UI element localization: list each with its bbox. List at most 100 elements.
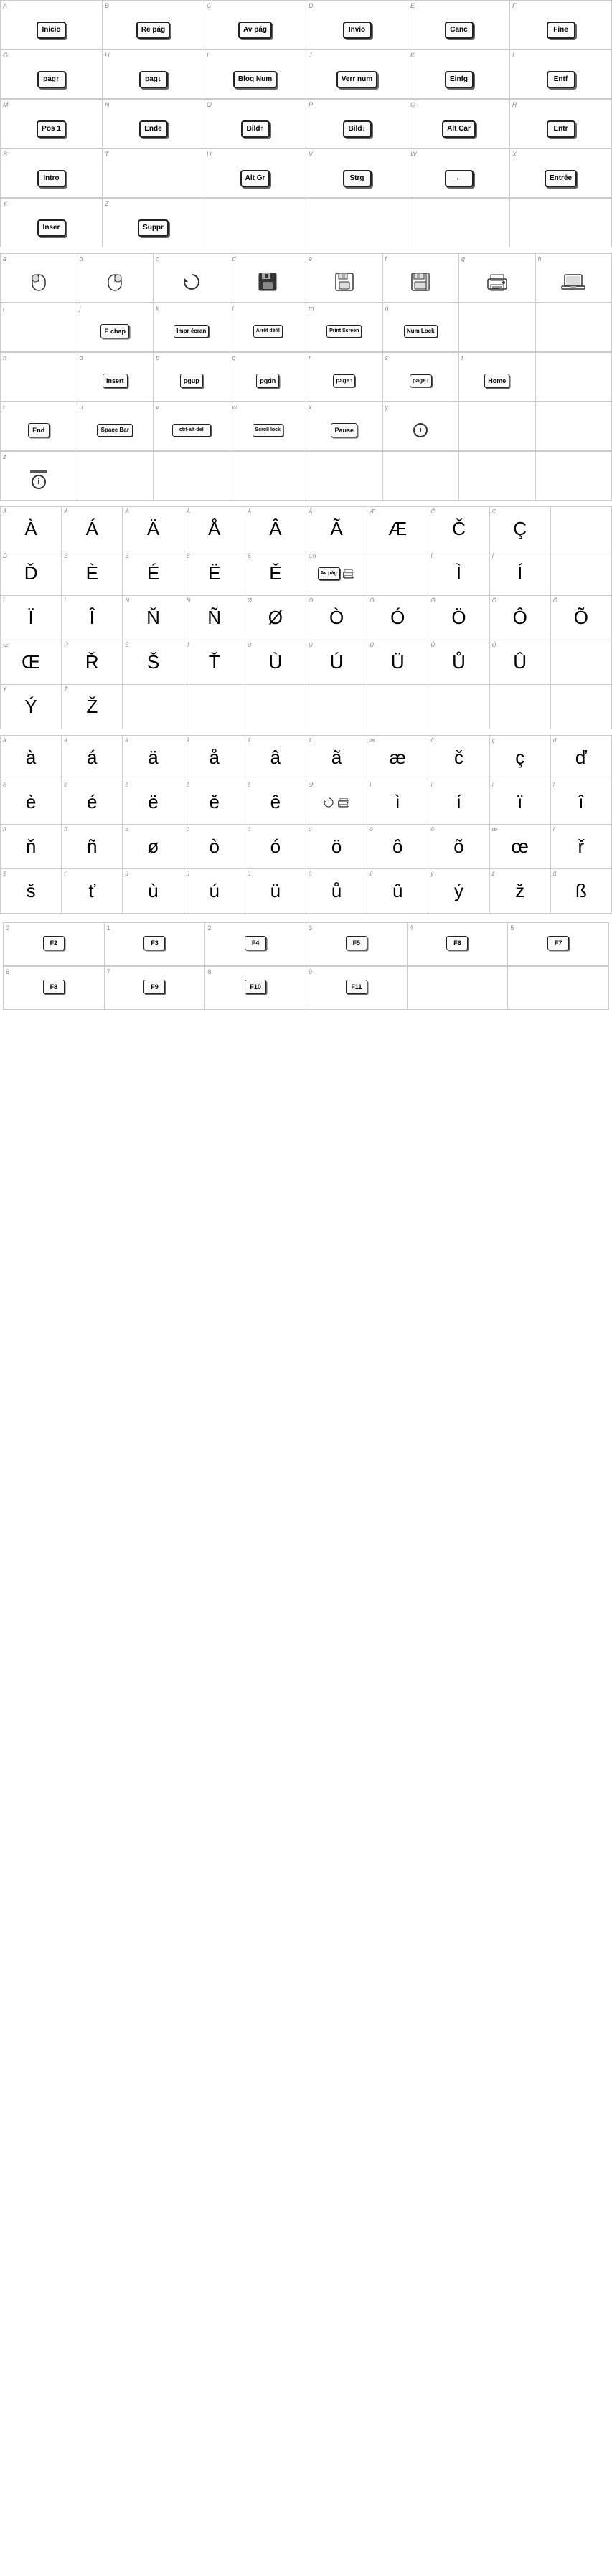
lchar-ae[interactable]: æ æ bbox=[367, 736, 428, 780]
key-F3[interactable]: F3 bbox=[143, 936, 165, 950]
uchar-U-acute[interactable]: Ú Ú bbox=[306, 640, 367, 685]
lchar-d-caron[interactable]: ď ď bbox=[551, 736, 612, 780]
lchar-a-uml[interactable]: ä ä bbox=[123, 736, 184, 780]
lchar-z-caron[interactable]: ž ž bbox=[490, 869, 551, 914]
key-pagup[interactable]: pag↑ bbox=[37, 71, 66, 88]
key-bloqnum[interactable]: Bloq Num bbox=[233, 71, 277, 88]
key-printscreen[interactable]: Print Screen bbox=[326, 325, 362, 338]
lchar-a-grave[interactable]: à à bbox=[1, 736, 62, 780]
key-end[interactable]: End bbox=[28, 423, 50, 437]
uchar-Z-caron[interactable]: Ž Ž bbox=[62, 685, 123, 729]
lchar-n-caron[interactable]: ň ň bbox=[1, 825, 62, 869]
lchar-i-uml[interactable]: ï ï bbox=[490, 780, 551, 825]
key-einfg[interactable]: Einfg bbox=[445, 71, 474, 88]
key-avpag-inline[interactable]: Av pág bbox=[318, 567, 340, 580]
uchar-I-uml[interactable]: Ï Ï bbox=[1, 596, 62, 640]
lchar-a-circ[interactable]: â â bbox=[245, 736, 306, 780]
lchar-c-cedil[interactable]: ç ç bbox=[490, 736, 551, 780]
uchar-E-grave[interactable]: È È bbox=[62, 551, 123, 596]
lchar-i-grave[interactable]: ì ì bbox=[367, 780, 428, 825]
key-avpag[interactable]: Av pág bbox=[238, 22, 272, 39]
key-F5[interactable]: F5 bbox=[346, 936, 367, 950]
uchar-A-tilde[interactable]: Ã Ã bbox=[306, 507, 367, 551]
key-invio[interactable]: Invio bbox=[343, 22, 372, 39]
key-verrnum[interactable]: Verr num bbox=[336, 71, 377, 88]
key-F9[interactable]: F9 bbox=[143, 980, 165, 994]
lchar-o-circ[interactable]: ô ô bbox=[367, 825, 428, 869]
uchar-C-cedil[interactable]: Ç Ç bbox=[490, 507, 551, 551]
key-arrow-left[interactable]: ← bbox=[445, 170, 474, 187]
key-altcar[interactable]: Alt Car bbox=[442, 120, 476, 138]
lchar-u-uml[interactable]: ü ü bbox=[245, 869, 306, 914]
key-F10[interactable]: F10 bbox=[245, 980, 266, 994]
lchar-o-uml[interactable]: ö ö bbox=[306, 825, 367, 869]
key-intro[interactable]: Intro bbox=[37, 170, 66, 187]
key-imprecran[interactable]: Impr écran bbox=[174, 325, 209, 338]
lchar-o-acute[interactable]: ó ó bbox=[245, 825, 306, 869]
lchar-i-circ[interactable]: î î bbox=[551, 780, 612, 825]
key-insert[interactable]: Insert bbox=[103, 374, 128, 388]
key-echap[interactable]: E chap bbox=[100, 324, 129, 338]
lchar-u-ring[interactable]: ů ů bbox=[306, 869, 367, 914]
uchar-A-grave[interactable]: À À bbox=[1, 507, 62, 551]
uchar-U-grave[interactable]: Ù Ù bbox=[245, 640, 306, 685]
lchar-c-caron[interactable]: č č bbox=[428, 736, 489, 780]
key-pause[interactable]: Pause bbox=[331, 423, 357, 437]
uchar-A-uml[interactable]: Ä Ä bbox=[123, 507, 184, 551]
key-bilddn[interactable]: Bild↓ bbox=[343, 120, 372, 138]
lchar-u-circ[interactable]: û û bbox=[367, 869, 428, 914]
uchar-E-caron[interactable]: Ě Ě bbox=[245, 551, 306, 596]
key-entf[interactable]: Entf bbox=[547, 71, 575, 88]
uchar-R-caron[interactable]: Ř Ř bbox=[62, 640, 123, 685]
uchar-O-stroke[interactable]: Ø Ø bbox=[245, 596, 306, 640]
lchar-o-tilde[interactable]: õ õ bbox=[428, 825, 489, 869]
lchar-i-acute[interactable]: í í bbox=[428, 780, 489, 825]
uchar-A-acute[interactable]: Á Á bbox=[62, 507, 123, 551]
lchar-u-grave[interactable]: ù ù bbox=[123, 869, 184, 914]
uchar-O-circ[interactable]: Ô Ô bbox=[490, 596, 551, 640]
key-fine[interactable]: Fine bbox=[547, 22, 575, 39]
key-pgup[interactable]: pgup bbox=[180, 374, 203, 388]
uchar-N-tilde[interactable]: Ñ Ñ bbox=[184, 596, 245, 640]
uchar-O-acute[interactable]: Ó Ó bbox=[367, 596, 428, 640]
key-F2[interactable]: F2 bbox=[43, 936, 65, 950]
key-arretdefil[interactable]: Arrêt défil bbox=[253, 325, 283, 338]
uchar-E-acute[interactable]: É É bbox=[123, 551, 184, 596]
lchar-a-acute[interactable]: á á bbox=[62, 736, 123, 780]
uchar-OE[interactable]: Œ Œ bbox=[1, 640, 62, 685]
lchar-ch-device[interactable]: ch bbox=[306, 780, 367, 825]
lchar-o-stroke[interactable]: ø ø bbox=[123, 825, 184, 869]
key-entree[interactable]: Entrée bbox=[545, 170, 577, 187]
key-pagdn[interactable]: pag↓ bbox=[139, 71, 168, 88]
key-F11[interactable]: F11 bbox=[346, 980, 367, 994]
key-F8[interactable]: F8 bbox=[43, 980, 65, 994]
lchar-r-caron[interactable]: ř ř bbox=[551, 825, 612, 869]
lchar-e-circ[interactable]: ê ê bbox=[245, 780, 306, 825]
key-inser[interactable]: Inser bbox=[37, 219, 66, 237]
lchar-e-caron[interactable]: ě ě bbox=[184, 780, 245, 825]
key-pos1[interactable]: Pos 1 bbox=[37, 120, 66, 138]
key-spacebar[interactable]: Space Bar bbox=[97, 424, 133, 437]
uchar-N-caron[interactable]: Ň Ň bbox=[123, 596, 184, 640]
lchar-n-tilde[interactable]: ñ ñ bbox=[62, 825, 123, 869]
key-pageup[interactable]: page↑ bbox=[333, 374, 355, 387]
uchar-O-grave[interactable]: Ò Ò bbox=[306, 596, 367, 640]
key-strg[interactable]: Strg bbox=[343, 170, 372, 187]
lchar-e-grave[interactable]: è è bbox=[1, 780, 62, 825]
uchar-I-grave[interactable]: Ì Ì bbox=[428, 551, 489, 596]
key-ende[interactable]: Ende bbox=[139, 120, 168, 138]
lchar-a-ring[interactable]: å å bbox=[184, 736, 245, 780]
uchar-U-ring[interactable]: Ů Ů bbox=[428, 640, 489, 685]
key-inicio[interactable]: Inicio bbox=[37, 22, 65, 39]
lchar-oe[interactable]: œ œ bbox=[490, 825, 551, 869]
key-altgr[interactable]: Alt Gr bbox=[240, 170, 270, 187]
key-entr[interactable]: Entr bbox=[547, 120, 575, 138]
lchar-e-acute[interactable]: é é bbox=[62, 780, 123, 825]
key-bildup[interactable]: Bild↑ bbox=[241, 120, 270, 138]
lchar-o-grave[interactable]: ò ò bbox=[184, 825, 245, 869]
key-pgdn[interactable]: pgdn bbox=[256, 374, 279, 388]
lchar-u-acute[interactable]: ú ú bbox=[184, 869, 245, 914]
key-F4[interactable]: F4 bbox=[245, 936, 266, 950]
uchar-A-ring[interactable]: Å Å bbox=[184, 507, 245, 551]
lchar-y-acute[interactable]: ý ý bbox=[428, 869, 489, 914]
